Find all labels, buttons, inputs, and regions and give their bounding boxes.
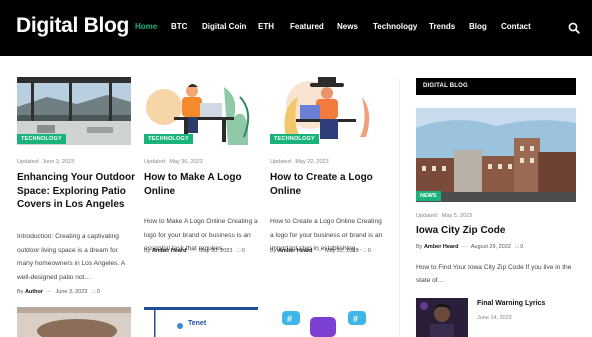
sidebar-heading: DIGITAL BLOG: [416, 78, 576, 95]
post-title[interactable]: How to Create a Logo Online: [270, 171, 388, 198]
svg-text:#: #: [353, 314, 358, 324]
sidebar-featured-image[interactable]: [416, 108, 576, 202]
post-excerpt: How to Find Your Iowa City Zip Code If y…: [416, 264, 572, 284]
thumb-caption: Tenet: [188, 320, 207, 327]
category-badge[interactable]: TECHNOLOGY: [144, 134, 193, 144]
nav-blog[interactable]: Blog: [469, 22, 487, 31]
updated-value: June 3, 2023: [42, 159, 75, 165]
post-excerpt: How to Create a Logo Online Creating a l…: [270, 218, 383, 252]
portrait-image: [416, 298, 468, 337]
updated-date: Updated: May 5, 2023: [416, 213, 472, 219]
updated-value: May 22, 2023: [295, 159, 329, 165]
category-badge[interactable]: NEWS: [416, 191, 441, 201]
updated-value: May 5, 2023: [441, 213, 473, 219]
updated-date: Updated: May 22, 2023: [270, 159, 329, 165]
city-image: [416, 108, 576, 202]
post-title[interactable]: How to Make A Logo Online: [144, 171, 262, 198]
nav-digital-coin[interactable]: Digital Coin: [202, 22, 246, 31]
comment-icon[interactable]: □: [515, 244, 518, 250]
post-title[interactable]: Iowa City Zip Code: [416, 225, 505, 236]
nav-contact[interactable]: Contact: [501, 22, 531, 31]
svg-text:#: #: [287, 314, 292, 324]
nav-news[interactable]: News: [337, 22, 358, 31]
category-badge[interactable]: TECHNOLOGY: [17, 134, 66, 144]
meta-separator: —: [46, 289, 53, 295]
by-label: By: [416, 244, 423, 250]
post-meta: By Amber Heard — August 29, 2022 □ 0: [416, 244, 523, 250]
nav-trends[interactable]: Trends: [429, 22, 455, 31]
post-date: June 3, 2023: [55, 289, 88, 295]
comment-icon[interactable]: □: [92, 289, 95, 295]
nav-eth[interactable]: ETH: [258, 22, 274, 31]
post-thumbnail[interactable]: Tenet: [144, 307, 258, 337]
site-header: Digital Blog Home BTC Digital Coin ETH F…: [0, 0, 592, 56]
author-link[interactable]: Amber Heard: [424, 244, 459, 250]
column-divider: [399, 78, 400, 337]
updated-date: Updated: May 30, 2023: [144, 159, 203, 165]
by-label: By: [17, 289, 24, 295]
site-logo[interactable]: Digital Blog: [16, 14, 129, 38]
nav-technology[interactable]: Technology: [373, 22, 417, 31]
updated-label: Updated:: [17, 159, 40, 165]
updated-label: Updated:: [270, 159, 293, 165]
mini-post-date: June 14, 2022: [477, 315, 512, 321]
nav-home[interactable]: Home: [135, 22, 157, 31]
post-thumbnail[interactable]: [17, 307, 131, 337]
food-image: [17, 307, 131, 337]
author-link[interactable]: Author: [25, 289, 43, 295]
post-meta: By Author — June 3, 2023 □ 0: [17, 289, 100, 295]
post-thumbnail[interactable]: # #: [270, 307, 384, 337]
comment-count[interactable]: 0: [520, 244, 523, 250]
nav-featured[interactable]: Featured: [290, 22, 324, 31]
updated-value: May 30, 2023: [169, 159, 203, 165]
search-icon[interactable]: [568, 22, 580, 34]
mini-post-title[interactable]: Final Warning Lyrics: [477, 300, 545, 307]
nav-btc[interactable]: BTC: [171, 22, 187, 31]
post-excerpt: How to Make A Logo Online Creating a log…: [144, 218, 258, 252]
post-title[interactable]: Enhancing Your Outdoor Space: Exploring …: [17, 171, 135, 212]
meta-separator: —: [462, 244, 468, 250]
updated-date: Updated: June 3, 2023: [17, 159, 74, 165]
mini-post-thumbnail[interactable]: [416, 298, 468, 337]
post-card: TECHNOLOGY Updated: May 30, 2023 How to M…: [144, 77, 258, 307]
updated-label: Updated:: [144, 159, 167, 165]
post-excerpt: Introduction: Creating a captivating out…: [17, 233, 125, 281]
category-badge[interactable]: TECHNOLOGY: [270, 134, 319, 144]
post-card: TECHNOLOGY Updated: May 22, 2023 How to C…: [270, 77, 384, 307]
updated-label: Updated:: [416, 213, 439, 219]
comment-count[interactable]: 0: [97, 289, 100, 295]
social-image: # #: [270, 307, 384, 337]
post-date: August 29, 2022: [470, 244, 511, 250]
